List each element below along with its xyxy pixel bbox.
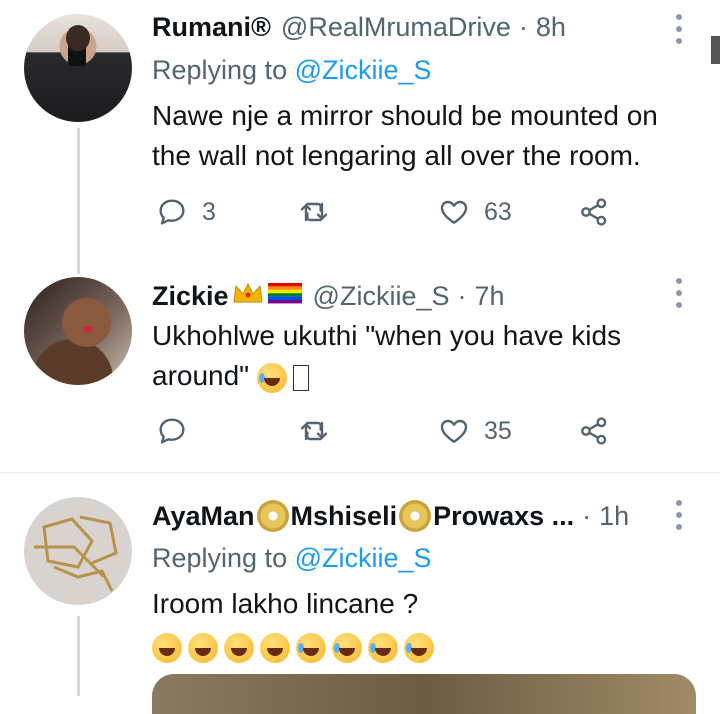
cd-disc-icon	[256, 500, 289, 532]
grinning-sweat-emoji-icon	[224, 632, 254, 663]
reply-icon	[159, 418, 185, 444]
replying-to: Replying to @Zickiie_S	[152, 55, 432, 86]
tweet-text-line-wrap: around"	[152, 356, 712, 396]
timestamp[interactable]: 7h	[475, 281, 505, 312]
mention-link[interactable]: @Zickiie_S	[295, 55, 432, 85]
heart-icon	[440, 200, 468, 224]
rofl-emoji-icon	[404, 632, 434, 663]
more-vertical-icon[interactable]	[674, 14, 684, 44]
display-name[interactable]: Zickie	[152, 281, 229, 312]
heart-icon	[440, 419, 468, 443]
action-bar: 3 63	[156, 196, 626, 230]
tweet-header: Zickie @Zickiie_S · 7h	[152, 280, 505, 313]
rofl-emoji-icon	[296, 632, 326, 663]
user-handle[interactable]: @RealMrumaDrive	[281, 12, 511, 43]
retweet-icon	[300, 421, 328, 441]
avatar[interactable]	[24, 497, 132, 605]
tweet-header: Rumani® @RealMrumaDrive · 8h	[152, 12, 566, 43]
media-preview[interactable]	[152, 674, 696, 714]
rainbow-flag-icon	[267, 280, 303, 313]
share-icon	[581, 417, 607, 445]
like-count: 63	[484, 197, 512, 226]
avatar-photo	[34, 515, 118, 592]
like-button[interactable]: 35	[438, 415, 512, 447]
retweet-button[interactable]	[298, 415, 330, 447]
separator-dot: ·	[582, 500, 592, 531]
tweet-text-line: Ukhohlwe ukuthi "when you have kids	[152, 320, 622, 351]
grinning-sweat-emoji-icon	[260, 632, 290, 663]
retweet-icon	[300, 202, 328, 222]
replying-to-label: Replying to	[152, 543, 295, 573]
reply-icon	[159, 199, 185, 225]
display-name[interactable]: Rumani®	[152, 12, 271, 43]
missing-glyph-icon	[292, 364, 309, 391]
reply-count: 3	[202, 197, 216, 226]
display-name-part[interactable]: AyaMan	[152, 501, 255, 532]
avatar-photo	[83, 326, 93, 332]
more-vertical-icon[interactable]	[674, 500, 684, 530]
separator-dot: ·	[518, 12, 528, 42]
tweet-text-line: Iroom lakho lincane ?	[152, 588, 419, 619]
tweet-divider	[0, 472, 720, 474]
more-vertical-icon[interactable]	[674, 278, 684, 308]
tweet-text-line: around"	[152, 360, 250, 391]
display-name-part[interactable]: Prowaxs ...	[433, 501, 574, 532]
cd-disc-icon	[399, 500, 432, 532]
separator-dot: ·	[457, 281, 467, 311]
like-button[interactable]: 63	[438, 196, 512, 228]
rofl-emoji-icon	[332, 632, 362, 663]
replying-to: Replying to @Zickiie_S	[152, 543, 432, 574]
emoji-row	[152, 626, 712, 666]
rofl-emoji-icon	[368, 632, 398, 663]
tweet-text-line: Nawe nje a mirror should be mounted on	[152, 100, 658, 131]
avatar[interactable]	[24, 277, 132, 385]
display-name-part[interactable]: Mshiseli	[291, 501, 398, 532]
timestamp[interactable]: 8h	[536, 12, 566, 43]
thread-line	[77, 128, 80, 274]
action-bar: 35	[156, 415, 626, 449]
grinning-sweat-emoji-icon	[188, 632, 218, 663]
share-icon	[581, 198, 607, 226]
retweet-button[interactable]	[298, 196, 330, 228]
mention-link[interactable]: @Zickiie_S	[295, 543, 432, 573]
crown-icon	[231, 280, 265, 313]
avatar-photo	[66, 25, 90, 66]
share-button[interactable]	[578, 196, 610, 228]
tweet-header: AyaMan Mshiseli Prowaxs ... · 1h	[152, 500, 629, 532]
user-handle[interactable]: @Zickiie_S	[313, 281, 450, 312]
timestamp[interactable]: 1h	[599, 501, 629, 532]
tweet-text: Iroom lakho lincane ?	[152, 584, 712, 666]
replying-to-label: Replying to	[152, 55, 295, 85]
reply-button[interactable]	[156, 415, 188, 447]
thread-line	[77, 616, 80, 696]
crying-face-emoji-icon	[256, 362, 287, 393]
like-count: 35	[484, 416, 512, 445]
tweet-text: Nawe nje a mirror should be mounted on t…	[152, 96, 712, 176]
reply-button[interactable]: 3	[156, 196, 216, 228]
scrollbar[interactable]	[711, 36, 720, 64]
tweet-text: Ukhohlwe ukuthi "when you have kids arou…	[152, 316, 712, 396]
share-button[interactable]	[578, 415, 610, 447]
avatar[interactable]	[24, 14, 132, 122]
grinning-sweat-emoji-icon	[152, 632, 182, 663]
tweet-text-line: the wall not lengaring all over the room…	[152, 140, 641, 171]
